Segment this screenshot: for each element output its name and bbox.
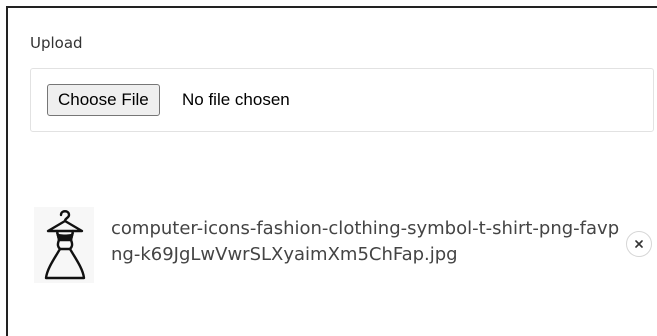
upload-label: Upload bbox=[30, 34, 83, 52]
file-thumbnail bbox=[34, 207, 94, 283]
file-status-text: No file chosen bbox=[182, 90, 290, 109]
remove-file-button[interactable] bbox=[626, 231, 652, 257]
choose-file-button[interactable]: Choose File bbox=[47, 84, 160, 116]
dress-on-hanger-icon bbox=[44, 210, 86, 280]
uploaded-file-name: computer-icons-fashion-clothing-symbol-t… bbox=[111, 218, 620, 265]
close-icon bbox=[635, 240, 643, 248]
upload-panel bbox=[6, 6, 657, 336]
